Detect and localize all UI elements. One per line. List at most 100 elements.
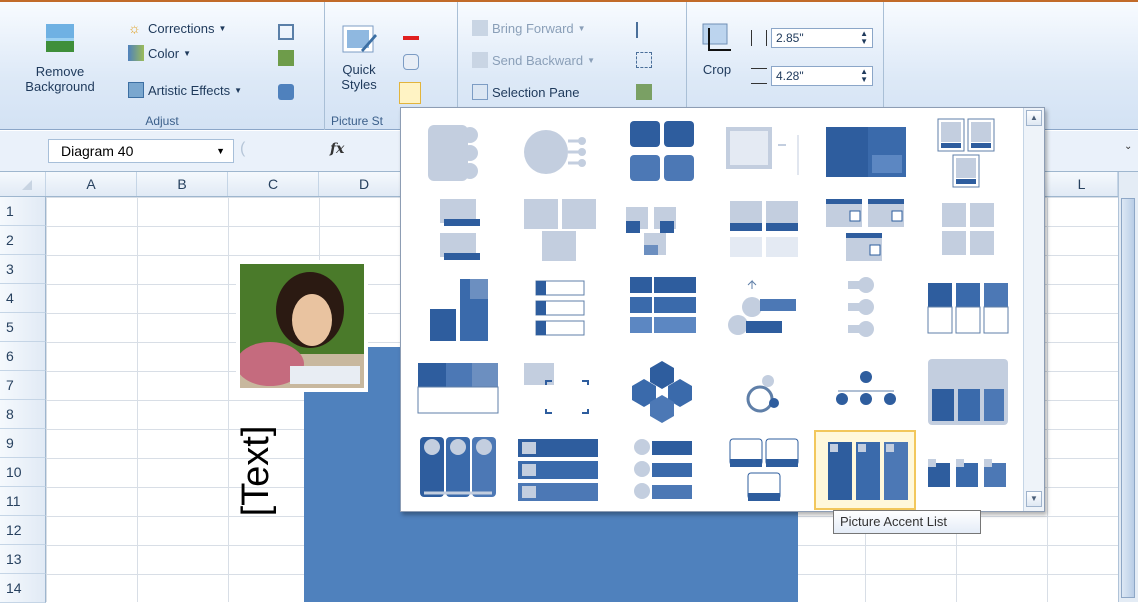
row-header-11[interactable]: 11 [0, 487, 46, 516]
layout-item[interactable] [919, 432, 1017, 508]
smartart-picture[interactable] [236, 260, 368, 392]
layout-item[interactable] [409, 354, 507, 430]
layout-item[interactable] [511, 192, 609, 268]
layout-thumbnail [730, 201, 798, 257]
scroll-thumb[interactable] [1121, 198, 1135, 598]
layout-item[interactable] [409, 432, 507, 508]
column-header-l[interactable]: L [1046, 172, 1118, 196]
name-box[interactable]: Diagram 40 ▼ [48, 139, 234, 163]
layout-item[interactable] [817, 270, 915, 346]
row-header-1[interactable]: 1 [0, 197, 46, 226]
rotate-icon[interactable] [636, 84, 652, 100]
row-header-2[interactable]: 2 [0, 226, 46, 255]
send-backward-button[interactable]: Send Backward ▼ [472, 52, 595, 68]
picture-accent-list-thumbnail [828, 442, 908, 500]
layout-item[interactable] [613, 354, 711, 430]
select-all-corner[interactable] [0, 172, 46, 196]
height-input[interactable]: 2.85" ▲ ▼ [771, 28, 873, 48]
gallery-scroll-down-icon[interactable]: ▼ [1026, 491, 1042, 507]
bring-forward-icon [472, 20, 488, 36]
layout-item[interactable] [511, 270, 609, 346]
layout-item[interactable] [715, 192, 813, 268]
remove-background-button[interactable]: Remove Background [12, 20, 108, 94]
layout-item[interactable] [613, 192, 711, 268]
width-spinner-icon[interactable]: ▲ ▼ [860, 68, 868, 84]
row-header-9[interactable]: 9 [0, 429, 46, 458]
gallery-scroll-up-icon[interactable]: ▲ [1026, 110, 1042, 126]
adjust-group: Remove Background ☼ Corrections ▼ Color ▼ … [0, 2, 325, 130]
formula-expand-icon[interactable]: ⌄ [1124, 141, 1132, 152]
layout-item[interactable] [817, 192, 915, 268]
layout-item[interactable] [715, 354, 813, 430]
bring-forward-label: Bring Forward [492, 20, 574, 36]
picture-effects-icon[interactable] [403, 54, 419, 70]
crop-icon [702, 23, 731, 51]
layout-item[interactable] [613, 114, 711, 190]
width-input[interactable]: 4.28" ▲ ▼ [771, 66, 873, 86]
layout-item[interactable] [919, 114, 1017, 190]
remove-background-label: Remove Background [25, 64, 95, 94]
smartart-text-placeholder[interactable]: [Text] [235, 411, 277, 531]
row-header-13[interactable]: 13 [0, 545, 46, 574]
row-header-4[interactable]: 4 [0, 284, 46, 313]
row-header-10[interactable]: 10 [0, 458, 46, 487]
bring-forward-button[interactable]: Bring Forward ▼ [472, 20, 586, 36]
fx-icon[interactable]: fx [330, 141, 344, 157]
layout-item[interactable] [409, 270, 507, 346]
height-spinner-icon[interactable]: ▲ ▼ [860, 30, 868, 46]
layout-item[interactable] [817, 354, 915, 430]
picture-layout-icon[interactable] [399, 82, 421, 104]
row-header-12[interactable]: 12 [0, 516, 46, 545]
sheet-vertical-scrollbar[interactable] [1118, 172, 1138, 602]
name-box-dropdown-icon[interactable]: ▼ [216, 140, 225, 162]
layout-thumbnail [518, 439, 598, 501]
group-icon[interactable] [636, 52, 652, 68]
column-header-c[interactable]: C [228, 172, 319, 196]
align-icon[interactable] [636, 22, 652, 38]
change-picture-icon[interactable] [278, 50, 294, 66]
artistic-effects-button[interactable]: Artistic Effects ▼ [128, 82, 242, 98]
layout-item[interactable] [511, 114, 609, 190]
column-header-d[interactable]: D [319, 172, 410, 196]
name-box-value: Diagram 40 [61, 143, 134, 159]
layout-item[interactable] [817, 114, 915, 190]
corrections-button[interactable]: ☼ Corrections ▼ [128, 20, 226, 36]
smartart-layout-gallery: ▲ ▼ [400, 107, 1045, 512]
layout-item[interactable] [919, 192, 1017, 268]
layout-thumbnail [430, 279, 488, 341]
picture-border-icon[interactable] [403, 24, 419, 40]
row-header-3[interactable]: 3 [0, 255, 46, 284]
text-placeholder-label: [Text] [235, 425, 277, 517]
quick-styles-button[interactable]: Quick Styles [331, 20, 387, 92]
layout-item[interactable] [613, 432, 711, 508]
crop-button[interactable]: Crop [691, 20, 743, 77]
quick-styles-icon [342, 25, 377, 53]
layout-item[interactable] [919, 354, 1017, 430]
selection-pane-button[interactable]: Selection Pane [472, 84, 579, 100]
gallery-scrollbar[interactable]: ▲ ▼ [1023, 108, 1044, 511]
layout-thumbnail [826, 199, 904, 261]
layout-item[interactable] [715, 114, 813, 190]
layout-item[interactable] [715, 432, 813, 508]
layout-item[interactable] [715, 270, 813, 346]
reset-picture-icon[interactable] [278, 84, 294, 100]
layout-item[interactable] [409, 114, 507, 190]
layout-item-picture-accent-list[interactable] [814, 430, 916, 510]
layout-item[interactable] [919, 270, 1017, 346]
layout-item[interactable] [409, 192, 507, 268]
color-button[interactable]: Color ▼ [128, 45, 191, 61]
color-icon [128, 45, 144, 61]
column-header-b[interactable]: B [137, 172, 228, 196]
column-header-a[interactable]: A [46, 172, 137, 196]
portrait-photo [240, 264, 364, 388]
row-header-7[interactable]: 7 [0, 371, 46, 400]
row-header-5[interactable]: 5 [0, 313, 46, 342]
row-header-6[interactable]: 6 [0, 342, 46, 371]
layout-item[interactable] [511, 354, 609, 430]
row-header-8[interactable]: 8 [0, 400, 46, 429]
compress-pictures-icon[interactable] [278, 24, 294, 40]
row-header-14[interactable]: 14 [0, 574, 46, 603]
layout-thumbnail [836, 371, 896, 405]
layout-item[interactable] [613, 270, 711, 346]
layout-item[interactable] [511, 432, 609, 508]
